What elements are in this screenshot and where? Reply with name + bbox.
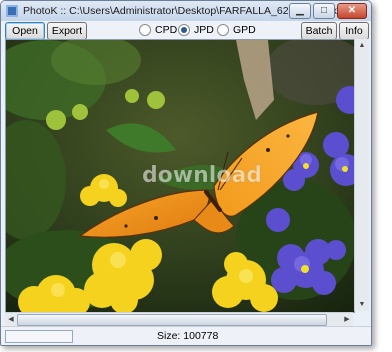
close-button[interactable]: ✕ <box>337 3 367 19</box>
radio-cpd-label: CPD <box>155 24 178 36</box>
watermark-text: download <box>142 163 262 188</box>
radio-gpd-label: GPD <box>233 24 256 36</box>
radio-cpd-dot <box>139 24 151 36</box>
scroll-up-arrow-icon[interactable]: ▲ <box>355 39 369 52</box>
radio-cpd[interactable]: CPD <box>139 24 177 36</box>
title-bar[interactable]: PhotoK :: C:\Users\Administrator\Desktop… <box>1 1 371 22</box>
horizontal-scroll-thumb[interactable] <box>17 314 327 326</box>
radio-jpd-label: JPD <box>194 24 214 36</box>
maximize-button[interactable]: □ <box>313 3 335 19</box>
batch-button[interactable]: Batch <box>301 22 337 40</box>
open-button[interactable]: Open <box>5 22 45 40</box>
minimize-icon: ▁ <box>296 5 304 16</box>
info-button[interactable]: Info <box>339 22 369 40</box>
maximize-icon: □ <box>320 5 328 16</box>
radio-gpd[interactable]: GPD <box>217 24 256 36</box>
toolbar: Open Export CPD JPD GPD Batch Info <box>1 21 371 40</box>
image-size-text: Size: 100778 <box>157 330 219 342</box>
minimize-button[interactable]: ▁ <box>289 3 311 19</box>
scroll-right-arrow-icon[interactable]: ▶ <box>341 313 353 326</box>
radio-gpd-dot <box>217 24 229 36</box>
radio-jpd-dot <box>178 24 190 36</box>
radio-jpd[interactable]: JPD <box>178 24 214 36</box>
vertical-scrollbar[interactable]: ▲ ▼ <box>354 39 369 311</box>
scroll-left-arrow-icon[interactable]: ◀ <box>5 313 17 326</box>
window-controls: ▁ □ ✕ <box>289 3 367 19</box>
scroll-down-arrow-icon[interactable]: ▼ <box>355 298 369 311</box>
status-bar: Size: 100778 <box>1 326 371 345</box>
butterfly-photo: download <box>6 40 354 312</box>
export-button[interactable]: Export <box>47 22 87 40</box>
photok-window: PhotoK :: C:\Users\Administrator\Desktop… <box>0 0 372 346</box>
close-icon: ✕ <box>347 5 357 16</box>
image-viewport[interactable]: download <box>5 39 355 313</box>
progress-bar <box>5 330 73 343</box>
app-icon <box>6 5 18 17</box>
horizontal-scrollbar[interactable]: ◀ ▶ <box>5 312 353 326</box>
